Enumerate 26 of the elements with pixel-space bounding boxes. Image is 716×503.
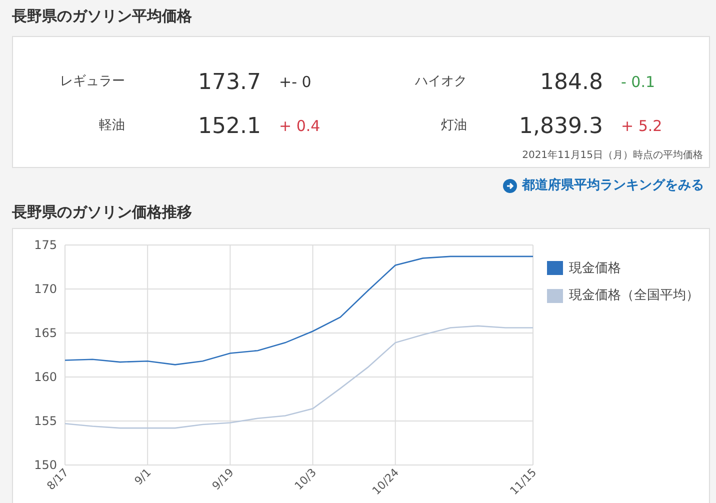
fuel-label: 灯油 — [440, 117, 467, 136]
y-axis-label: 155 — [34, 414, 57, 428]
date-note: 2021年11月15日（月）時点の平均価格 — [522, 148, 703, 163]
section-title: 長野県のガソリン平均価格 — [12, 6, 193, 27]
fuel-label: 軽油 — [98, 117, 125, 136]
price-value: 173.7 — [197, 68, 261, 96]
price-change: +- 0 — [279, 72, 312, 93]
price-change: + 0.4 — [279, 116, 320, 137]
legend-label: 現金価格 — [569, 260, 621, 278]
legend-label: 現金価格（全国平均） — [569, 287, 699, 305]
price-value: 1,839.3 — [518, 112, 603, 140]
y-axis-label: 150 — [34, 458, 57, 472]
ranking-link[interactable]: 都道府県平均ランキングをみる — [503, 176, 704, 196]
arrow-circle-icon — [503, 178, 517, 193]
fuel-label: レギュラー — [59, 73, 125, 92]
y-axis-label: 160 — [34, 370, 57, 384]
price-value: 184.8 — [539, 68, 603, 96]
section-title: 長野県のガソリン価格推移 — [12, 202, 193, 222]
price-change: + 5.2 — [621, 116, 662, 137]
x-axis-label: 9/1 — [132, 465, 154, 488]
y-axis-label: 175 — [34, 238, 57, 252]
price-value: 152.1 — [197, 112, 261, 140]
fuel-label: ハイオク — [414, 73, 467, 92]
y-axis-label: 165 — [34, 326, 57, 340]
y-axis-label: 170 — [34, 282, 57, 296]
price-change: - 0.1 — [621, 72, 656, 93]
